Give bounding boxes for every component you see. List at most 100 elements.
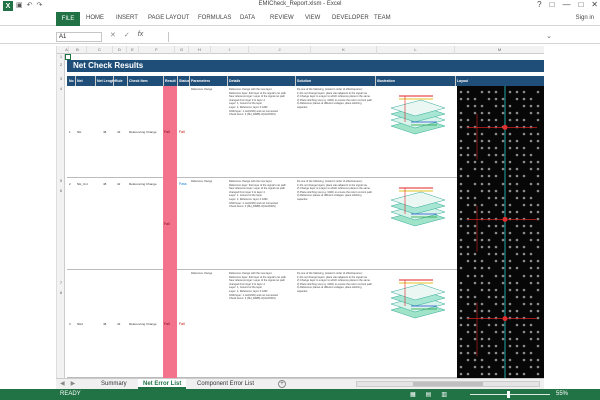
horizontal-scrollbar[interactable] bbox=[356, 381, 540, 387]
prev-sheet-icon[interactable]: ◀ bbox=[60, 380, 65, 387]
expand-formula-bar-icon[interactable]: ⌄ bbox=[546, 32, 552, 40]
status-bar: READY ▦ ▤ ▥ 55% bbox=[0, 389, 600, 400]
tab-view[interactable]: VIEW bbox=[305, 15, 320, 21]
table-header-row: No Net Net Length Rule Check Item Result… bbox=[67, 76, 544, 86]
header-result: Result bbox=[165, 79, 176, 83]
add-sheet-button[interactable]: + bbox=[278, 380, 286, 388]
row-header[interactable]: 4 bbox=[57, 86, 65, 91]
cancel-icon[interactable]: ✕ bbox=[110, 31, 116, 39]
header-net: Net bbox=[77, 79, 83, 83]
zoom-slider[interactable] bbox=[470, 394, 550, 395]
row-header[interactable]: 2 bbox=[57, 62, 65, 67]
check-item: Referencing Change bbox=[129, 322, 157, 326]
header-parameters: Parameters bbox=[191, 79, 211, 83]
row-header[interactable]: 7 bbox=[57, 280, 65, 285]
report-title: Net Check Results bbox=[73, 61, 144, 70]
parameters-text: Reference change bbox=[191, 88, 213, 91]
layer-stack-illustration bbox=[381, 92, 451, 148]
tab-insert[interactable]: INSERT bbox=[116, 15, 138, 21]
status-text: Fail bbox=[179, 130, 185, 134]
details-text: Reference change with the new layer. Ref… bbox=[229, 272, 286, 301]
name-box[interactable]: A1 bbox=[56, 32, 102, 42]
row-header[interactable]: 3 bbox=[57, 76, 65, 81]
net-name: NH_Cnt bbox=[77, 182, 88, 186]
column-header[interactable]: C bbox=[87, 46, 113, 54]
pcb-layout-image bbox=[457, 270, 544, 378]
normal-view-icon[interactable]: ▦ bbox=[410, 391, 416, 398]
tab-home[interactable]: HOME bbox=[86, 15, 104, 21]
pcb-layout-image bbox=[457, 86, 544, 178]
page-layout-view-icon[interactable]: ▤ bbox=[426, 391, 432, 398]
report-title-band: Net Check Results bbox=[67, 60, 544, 72]
header-layout: Layout bbox=[457, 79, 469, 83]
tab-team[interactable]: TEAM bbox=[374, 15, 391, 21]
column-header[interactable]: H bbox=[189, 46, 211, 54]
result-cell: Fail bbox=[163, 86, 177, 178]
status-text: Fail bbox=[179, 322, 185, 326]
column-headers: A B C D E F G H I J K L M bbox=[57, 46, 544, 54]
check-item: Referencing Change bbox=[129, 130, 157, 134]
column-header[interactable]: I bbox=[211, 46, 249, 54]
status-text: Pass bbox=[179, 182, 187, 186]
tab-review[interactable]: REVIEW bbox=[270, 15, 294, 21]
ribbon-display-icon[interactable]: □ bbox=[550, 0, 555, 9]
tab-formulas[interactable]: FORMULAS bbox=[198, 15, 231, 21]
column-header[interactable]: B bbox=[69, 46, 87, 54]
window-title: EMICheck_Report.xlsm - Excel bbox=[258, 1, 342, 7]
column-header[interactable]: M bbox=[455, 46, 544, 54]
zoom-level[interactable]: 55% bbox=[556, 390, 568, 399]
formula-bar: A1 ✕ ✓ fx ⌄ bbox=[0, 30, 600, 44]
result-cell: Fail bbox=[163, 270, 177, 378]
column-header[interactable]: L bbox=[377, 46, 455, 54]
sheet-tab-component-error-list[interactable]: Component Error List bbox=[192, 379, 259, 389]
column-header[interactable]: J bbox=[249, 46, 311, 54]
row-header[interactable]: 5 bbox=[57, 178, 65, 183]
row-headers: 1 2 3 4 5 6 7 8 bbox=[57, 54, 65, 378]
row-header[interactable]: 6 bbox=[57, 188, 65, 193]
tab-developer[interactable]: DEVELOPER bbox=[332, 15, 369, 21]
result-cell: Fail bbox=[163, 178, 177, 270]
worksheet-grid[interactable]: A B C D E F G H I J K L M 1 2 3 4 5 6 7 … bbox=[56, 46, 544, 378]
page-break-view-icon[interactable]: ▥ bbox=[441, 391, 447, 398]
header-solution: Solution bbox=[297, 79, 311, 83]
row-header[interactable]: 8 bbox=[57, 290, 65, 295]
insert-function-icon[interactable]: fx bbox=[138, 31, 143, 39]
maximize-button[interactable]: □ bbox=[578, 0, 583, 9]
header-rule: Rule bbox=[115, 79, 123, 83]
table-row[interactable]: 2 NH_Cnt 48 42 Referencing Change Fail Pass Ref… bbox=[67, 178, 544, 270]
column-header[interactable]: G bbox=[175, 46, 189, 54]
tab-page-layout[interactable]: PAGE LAYOUT bbox=[148, 15, 189, 21]
result-text: Fail bbox=[164, 321, 170, 326]
sheet-tab-summary[interactable]: Summary bbox=[96, 379, 132, 389]
column-header[interactable]: E bbox=[127, 46, 139, 54]
column-header[interactable]: F bbox=[139, 46, 175, 54]
sheet-nav: ◀ ▶ bbox=[60, 380, 75, 387]
column-header[interactable]: K bbox=[311, 46, 377, 54]
sign-in-link[interactable]: Sign in bbox=[576, 15, 594, 21]
minimize-button[interactable]: — bbox=[562, 0, 570, 9]
zoom-slider-knob[interactable] bbox=[507, 391, 510, 398]
window-controls: ? □ — □ ✕ bbox=[537, 0, 598, 9]
table-row[interactable]: 1 NH 48 42 Referencing Change Fail Fail Referen… bbox=[67, 86, 544, 178]
tab-data[interactable]: DATA bbox=[240, 15, 255, 21]
details-text: Reference change with the new layer. Ref… bbox=[229, 180, 286, 209]
result-text: Fail bbox=[164, 130, 170, 135]
scrollbar-thumb[interactable] bbox=[413, 382, 483, 386]
close-button[interactable]: ✕ bbox=[591, 0, 598, 9]
details-text: Reference change with the new layer. Ref… bbox=[229, 88, 286, 117]
enter-icon[interactable]: ✓ bbox=[124, 31, 130, 39]
row-header[interactable]: 1 bbox=[57, 54, 65, 59]
header-illustration: Illustration bbox=[377, 79, 395, 83]
tab-file[interactable]: FILE bbox=[56, 12, 80, 26]
parameters-text: Reference change bbox=[191, 180, 213, 183]
help-icon[interactable]: ? bbox=[537, 0, 541, 9]
net-name: NH2 bbox=[77, 322, 84, 326]
layer-stack-illustration bbox=[381, 276, 451, 332]
column-header[interactable]: D bbox=[113, 46, 127, 54]
solution-text: Do one of the following, (Listed in orde… bbox=[297, 272, 373, 293]
formula-input[interactable] bbox=[168, 32, 544, 42]
result-text: Fail bbox=[164, 222, 170, 227]
sheet-tab-net-error-list[interactable]: Net Error List bbox=[138, 379, 187, 389]
next-sheet-icon[interactable]: ▶ bbox=[71, 380, 76, 387]
table-row[interactable]: 3 NH2 48 42 Referencing Change Fail Fail Refere… bbox=[67, 270, 544, 378]
